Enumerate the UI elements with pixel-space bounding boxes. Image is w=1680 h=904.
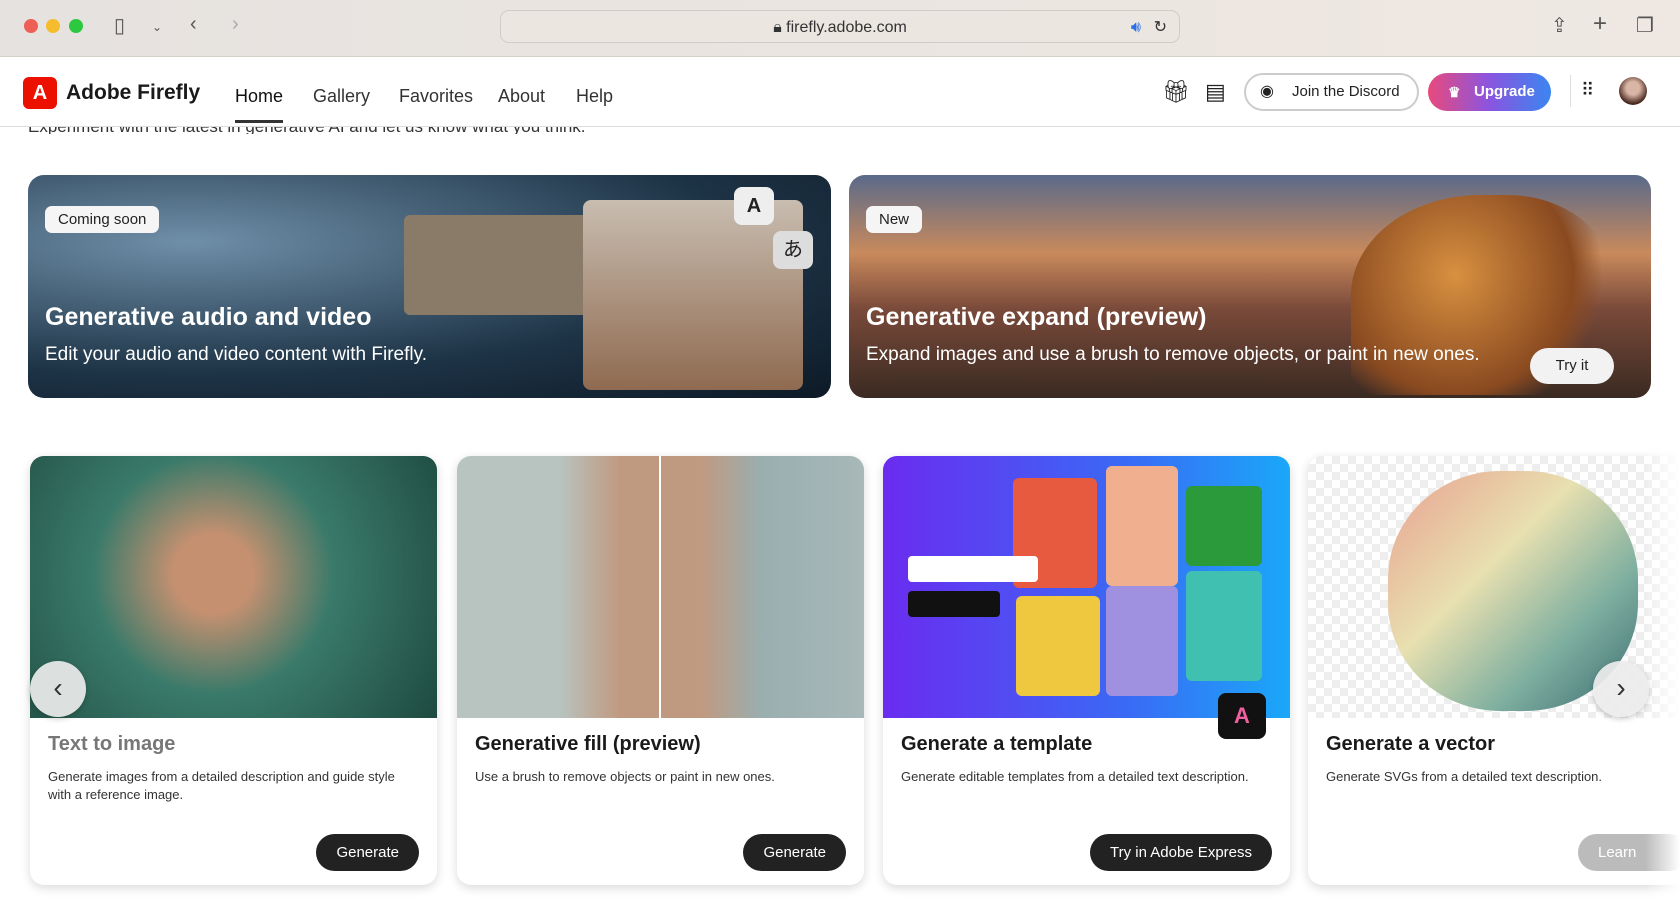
card-generate-template[interactable]: A Generate a template Generate editable … bbox=[883, 456, 1290, 885]
share-icon[interactable]: ⇪ bbox=[1551, 13, 1568, 38]
nav-help[interactable]: Help bbox=[576, 86, 613, 107]
discord-icon: ◉ bbox=[1260, 83, 1274, 100]
card-text-to-image[interactable]: Text to image Generate images from a det… bbox=[30, 456, 437, 885]
nav-favorites[interactable]: Favorites bbox=[399, 86, 473, 107]
close-window-button[interactable] bbox=[24, 19, 38, 33]
crown-icon: ♛ bbox=[1448, 84, 1461, 100]
nav-home[interactable]: Home bbox=[235, 86, 284, 123]
apps-grid-icon[interactable]: ⠿ bbox=[1581, 80, 1594, 101]
join-discord-button[interactable]: ◉ Join the Discord bbox=[1244, 73, 1419, 111]
banner-generative-audio-video[interactable]: A あ Coming soon Generative audio and vid… bbox=[28, 175, 831, 398]
try-it-button[interactable]: Try it bbox=[1530, 348, 1614, 384]
url-text: firefly.adobe.com bbox=[786, 19, 907, 36]
generate-button[interactable]: Generate bbox=[316, 834, 419, 871]
tabs-overview-icon[interactable]: ❐ bbox=[1636, 13, 1654, 38]
forward-icon[interactable]: › bbox=[232, 13, 239, 36]
site-header: A Adobe Firefly Home Gallery Favorites A… bbox=[0, 57, 1680, 127]
card-description: Generate images from a detailed descript… bbox=[48, 769, 395, 802]
nav-gallery[interactable]: Gallery bbox=[313, 86, 370, 107]
coming-soon-badge: Coming soon bbox=[45, 206, 160, 233]
reload-icon[interactable]: ↻ bbox=[1154, 11, 1167, 44]
presenter-image bbox=[583, 200, 803, 390]
text-translate-icon: A bbox=[734, 187, 774, 225]
avatar[interactable] bbox=[1619, 77, 1647, 105]
audio-icon[interactable]: 🔊︎ bbox=[1131, 11, 1141, 44]
upgrade-label: Upgrade bbox=[1474, 83, 1535, 100]
card-title: Generate a vector bbox=[1326, 733, 1495, 755]
browser-toolbar: ▯ ⌄ ‹ › 🔒︎ firefly.adobe.com 🔊︎ ↻ ⇪ + ❐ bbox=[0, 0, 1680, 57]
adobe-express-icon: A bbox=[1218, 693, 1266, 739]
banner-title: Generative audio and video bbox=[45, 303, 372, 331]
new-badge: New bbox=[866, 206, 923, 233]
generate-button[interactable]: Generate bbox=[743, 834, 846, 871]
new-tab-icon[interactable]: + bbox=[1593, 10, 1607, 38]
japanese-translate-icon: あ bbox=[773, 231, 813, 269]
sidebar-toggle-icon[interactable]: ▯ bbox=[114, 13, 125, 38]
carousel-next-button[interactable]: › bbox=[1593, 661, 1649, 717]
card-title: Generative fill (preview) bbox=[475, 733, 701, 755]
discord-label: Join the Discord bbox=[1292, 83, 1400, 100]
banner-generative-expand[interactable]: New Generative expand (preview) Expand i… bbox=[849, 175, 1651, 398]
chevron-down-icon[interactable]: ⌄ bbox=[152, 20, 162, 34]
back-icon[interactable]: ‹ bbox=[190, 13, 197, 36]
nav-about[interactable]: About bbox=[498, 86, 545, 107]
card-description: Generate editable templates from a detai… bbox=[901, 769, 1249, 784]
lock-icon: 🔒︎ bbox=[773, 19, 787, 36]
carousel-prev-button[interactable]: ‹ bbox=[30, 661, 86, 717]
banner-description: Edit your audio and video content with F… bbox=[45, 344, 427, 365]
minimize-window-button[interactable] bbox=[46, 19, 60, 33]
brand-name[interactable]: Adobe Firefly bbox=[66, 81, 200, 105]
banner-title: Generative expand (preview) bbox=[866, 303, 1207, 331]
upgrade-button[interactable]: ♛ Upgrade bbox=[1428, 73, 1551, 111]
fade-overlay bbox=[1645, 440, 1680, 904]
card-description: Use a brush to remove objects or paint i… bbox=[475, 769, 775, 784]
card-image bbox=[883, 456, 1290, 718]
feedback-icon[interactable]: ▤ bbox=[1205, 79, 1226, 105]
address-bar[interactable]: 🔒︎ firefly.adobe.com 🔊︎ ↻ bbox=[500, 10, 1180, 43]
maximize-window-button[interactable] bbox=[69, 19, 83, 33]
try-in-adobe-express-button[interactable]: Try in Adobe Express bbox=[1089, 834, 1272, 871]
card-image bbox=[30, 456, 437, 718]
adobe-logo-icon[interactable]: A bbox=[23, 77, 57, 109]
card-description: Generate SVGs from a detailed text descr… bbox=[1326, 769, 1603, 784]
banner-description: Expand images and use a brush to remove … bbox=[866, 344, 1480, 365]
card-image bbox=[457, 456, 864, 718]
card-generative-fill[interactable]: Generative fill (preview) Use a brush to… bbox=[457, 456, 864, 885]
card-title: Generate a template bbox=[901, 733, 1093, 755]
divider bbox=[1570, 75, 1571, 107]
gift-icon[interactable]: 🎁︎ bbox=[1162, 79, 1190, 105]
card-title: Text to image bbox=[48, 733, 176, 755]
